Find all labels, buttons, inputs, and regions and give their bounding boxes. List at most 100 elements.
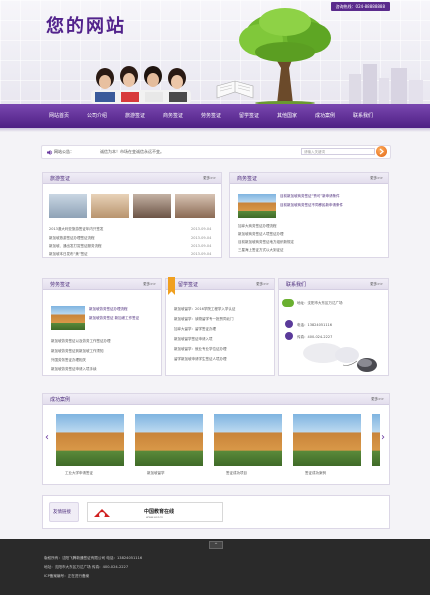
nav-item-study-visa[interactable]: 留学签证 bbox=[230, 104, 268, 128]
travel-item-4[interactable]: 新加坡本日发布“美”签证 bbox=[49, 252, 88, 257]
case-caption-2[interactable]: 新加坡留学 bbox=[147, 471, 165, 476]
back-to-top-button[interactable]: ^ bbox=[209, 541, 223, 549]
travel-photo-4[interactable] bbox=[175, 194, 215, 218]
labor-item-3[interactable]: 新加坡劳务签证以及劳务工作签证办理 bbox=[51, 339, 111, 344]
partner-logo-icon bbox=[94, 509, 110, 518]
nav-item-cases[interactable]: 成功案例 bbox=[306, 104, 344, 128]
partner-link[interactable]: 中国教育在线 www.eol.cn bbox=[87, 502, 223, 522]
partner-url: www.eol.cn bbox=[146, 515, 164, 519]
business-item-3[interactable]: 加拿大商务签证办理流程 bbox=[238, 224, 277, 229]
cases-more-link[interactable]: 更多>> bbox=[371, 397, 384, 402]
business-visa-header: 商务签证 更多>> bbox=[230, 173, 388, 184]
case-photo-4[interactable] bbox=[293, 414, 361, 466]
speaker-icon bbox=[47, 150, 53, 155]
labor-visa-more-link[interactable]: 更多>> bbox=[143, 282, 156, 287]
business-item-6[interactable]: 三星海上签证方式以大到证证 bbox=[238, 248, 284, 253]
case-caption-4[interactable]: 签证成功案例 bbox=[305, 471, 326, 476]
study-item-4[interactable]: 新加坡留学签证申请入境 bbox=[174, 337, 213, 342]
search-button[interactable] bbox=[376, 146, 387, 157]
case-caption-1[interactable]: 工业大学申请签证 bbox=[65, 471, 93, 476]
footer-icp[interactable]: ICP备案编号：正在进行备案 bbox=[44, 574, 89, 579]
nav-item-contact[interactable]: 联系我们 bbox=[344, 104, 382, 128]
labor-visa-title: 劳务签证 bbox=[50, 282, 71, 288]
cases-panel: 成功案例 更多>> ‹ › 工业大学申请签证 新加坡留学 签证成功项目 签证成功… bbox=[42, 393, 390, 485]
study-visa-panel: 留学签证 更多>> 新加坡留学：2016学院工程学入学认证 新加坡留学：读物留学… bbox=[165, 277, 275, 376]
study-item-5[interactable]: 新加坡留学：就业专业学位证办理 bbox=[174, 347, 227, 352]
study-item-1[interactable]: 新加坡留学：2016学院工程学入学认证 bbox=[174, 307, 235, 312]
main-nav: 网站首页 公司介绍 旅游签证 商务签证 劳务签证 留学签证 其他国家 成功案例 … bbox=[0, 104, 430, 128]
partner-name: 中国教育在线 bbox=[144, 509, 175, 515]
travel-item-4-date: 2013-09-04 bbox=[191, 252, 212, 256]
labor-item-5[interactable]: 外国劳务签证办理相关 bbox=[51, 358, 86, 363]
links-title: 友情链接 bbox=[53, 510, 71, 515]
search-arrow-icon bbox=[379, 148, 384, 155]
cases-header: 成功案例 更多>> bbox=[43, 394, 389, 405]
business-visa-title: 商务签证 bbox=[237, 176, 258, 182]
nav-item-other-countries[interactable]: 其他国家 bbox=[268, 104, 306, 128]
labor-photo[interactable] bbox=[51, 306, 85, 330]
nav-item-about[interactable]: 公司介绍 bbox=[78, 104, 116, 128]
travel-photo-1[interactable] bbox=[49, 194, 87, 218]
contact-panel: 联系我们 更多>> 地址：沈阳市大东区万达广场 电话：13824051116 传… bbox=[278, 278, 389, 376]
study-visa-ribbon bbox=[168, 277, 175, 295]
city-skyline bbox=[349, 64, 423, 104]
business-item-4[interactable]: 新加坡商务签证人境签证办理 bbox=[238, 232, 284, 237]
business-item-2[interactable]: 目前新加坡商务签证不同移民新申请条件 bbox=[280, 203, 343, 208]
carousel-next-icon[interactable]: › bbox=[381, 432, 385, 443]
case-photo-2[interactable] bbox=[135, 414, 203, 466]
case-photo-1[interactable] bbox=[56, 414, 124, 466]
travel-visa-more-link[interactable]: 更多>> bbox=[203, 176, 216, 181]
study-item-2[interactable]: 新加坡留学：读物留学专一批赞同北门 bbox=[174, 317, 234, 322]
footer-address: 地址：沈阳市大东区万达广场 传真：400-024-2227 bbox=[44, 565, 129, 569]
study-visa-more-link[interactable]: 更多>> bbox=[256, 282, 269, 287]
travel-photo-2[interactable] bbox=[91, 194, 129, 218]
cases-title: 成功案例 bbox=[50, 397, 71, 403]
labor-visa-header: 劳务签证 更多>> bbox=[43, 279, 161, 290]
travel-photo-3[interactable] bbox=[133, 194, 171, 218]
travel-item-1[interactable]: 2013澳大利亚旅游签证年内只签发 bbox=[49, 227, 103, 232]
contact-phone: 电话：13824051116 bbox=[297, 323, 332, 327]
header-banner: 您的网站 咨询热线：024-88888888 bbox=[0, 0, 430, 104]
nav-item-travel-visa[interactable]: 旅游签证 bbox=[116, 104, 154, 128]
nav-item-business-visa[interactable]: 商务签证 bbox=[154, 104, 192, 128]
tree-illustration bbox=[239, 8, 331, 104]
travel-item-1-date: 2013-09-04 bbox=[191, 227, 212, 231]
case-caption-3[interactable]: 签证成功项目 bbox=[226, 471, 247, 476]
business-item-5[interactable]: 目前新加坡商务签证地方组织新规定 bbox=[238, 240, 294, 245]
search-input[interactable]: 请输入关键词 bbox=[301, 148, 375, 155]
labor-visa-panel: 劳务签证 更多>> 新加坡劳务签证办理流程 新加坡劳务签证 新加坡工作签证 新加… bbox=[42, 278, 162, 376]
students-illustration bbox=[91, 66, 191, 104]
study-item-6[interactable]: 留学新加坡申请学生签证人境办理 bbox=[174, 357, 227, 362]
contact-title: 联系我们 bbox=[286, 282, 307, 288]
notice-message: 诚信为本！市场在变诚信永远不变。 bbox=[100, 149, 164, 154]
links-panel: 友情链接 中国教育在线 www.eol.cn bbox=[42, 495, 390, 529]
contact-address: 地址：沈阳市大东区万达广场 bbox=[297, 301, 343, 305]
links-tab: 友情链接 bbox=[49, 502, 79, 522]
travel-visa-header: 旅游签证 更多>> bbox=[43, 173, 221, 184]
map-pin-icon bbox=[282, 299, 294, 307]
business-photo[interactable] bbox=[238, 194, 276, 218]
nav-item-home[interactable]: 网站首页 bbox=[40, 104, 78, 128]
world-map-mouse bbox=[303, 343, 377, 372]
nav-item-labor-visa[interactable]: 劳务签证 bbox=[192, 104, 230, 128]
travel-item-2[interactable]: 新加坡旅游签证办理签证流程 bbox=[49, 236, 95, 241]
business-visa-more-link[interactable]: 更多>> bbox=[370, 176, 383, 181]
case-photo-3[interactable] bbox=[214, 414, 282, 466]
travel-item-3[interactable]: 新加坡、通出发打赏签证服务流程 bbox=[49, 244, 102, 249]
site-logo[interactable]: 您的网站 bbox=[46, 12, 126, 38]
study-item-3[interactable]: 加拿大留学：留学签证办理 bbox=[174, 327, 216, 332]
labor-item-4[interactable]: 新加坡劳务签证到新加坡工作须知 bbox=[51, 349, 104, 354]
contact-header: 联系我们 更多>> bbox=[279, 279, 388, 290]
labor-item-1[interactable]: 新加坡劳务签证办理流程 bbox=[89, 307, 128, 312]
labor-item-6[interactable]: 新加坡劳务签证申请入境手续 bbox=[51, 367, 97, 372]
carousel-prev-icon[interactable]: ‹ bbox=[45, 432, 49, 443]
labor-item-2[interactable]: 新加坡劳务签证 新加坡工作签证 bbox=[89, 316, 139, 321]
study-visa-title: 留学签证 bbox=[178, 282, 199, 288]
travel-item-3-date: 2013-09-04 bbox=[191, 244, 212, 248]
business-item-1[interactable]: 目前新加坡商务签证“赞可”新申请条件 bbox=[280, 194, 340, 199]
contact-more-link[interactable]: 更多>> bbox=[370, 282, 383, 287]
business-visa-panel: 商务签证 更多>> 目前新加坡商务签证“赞可”新申请条件 目前新加坡商务签证不同… bbox=[229, 172, 389, 258]
travel-visa-title: 旅游签证 bbox=[50, 176, 71, 182]
travel-visa-panel: 旅游签证 更多>> 2013澳大利亚旅游签证年内只签发 2013-09-04 新… bbox=[42, 172, 222, 258]
case-photo-5-partial[interactable] bbox=[372, 414, 380, 466]
